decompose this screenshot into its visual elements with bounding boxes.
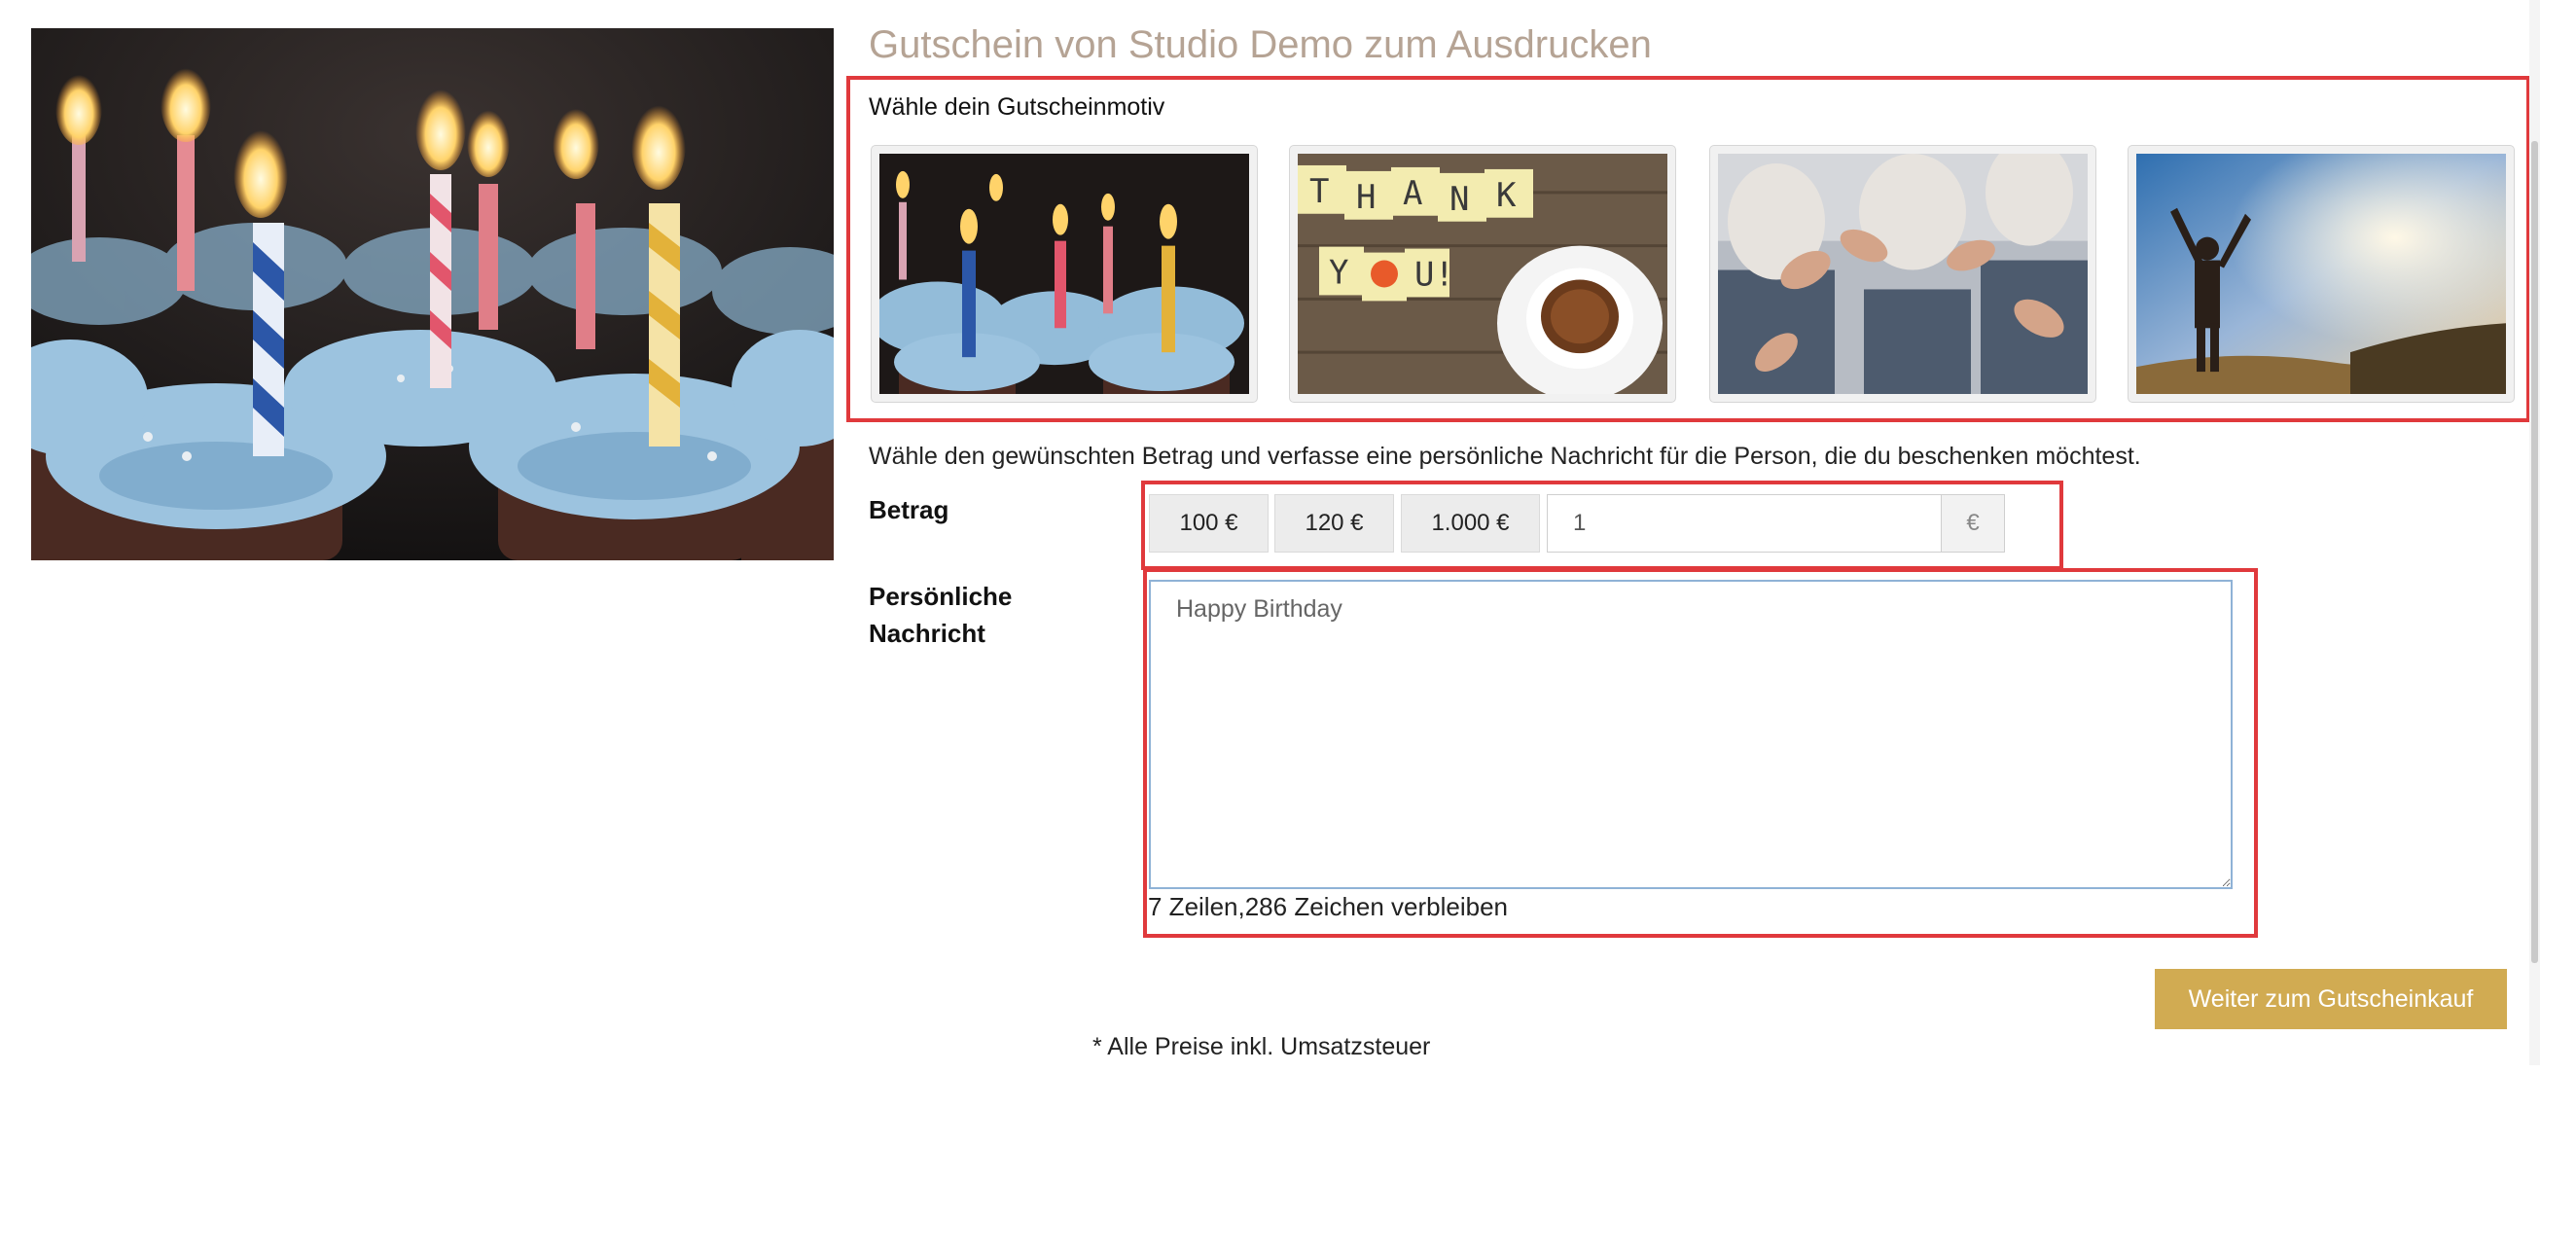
footnote-prices: * Alle Preise inkl. Umsatzsteuer bbox=[1092, 1033, 1431, 1060]
thank-you-coffee-image: THANK Y U! bbox=[1298, 154, 1667, 394]
amount-option-100[interactable]: 100 € bbox=[1149, 494, 1269, 553]
motif-thumb-sunset[interactable] bbox=[2128, 145, 2515, 403]
scrollbar-thumb[interactable] bbox=[2531, 141, 2538, 963]
amount-option-1000[interactable]: 1.000 € bbox=[1401, 494, 1540, 553]
message-label-line2: Nachricht bbox=[869, 619, 985, 648]
amount-label: Betrag bbox=[869, 495, 949, 524]
motif-thumb-thank-you[interactable]: THANK Y U! bbox=[1289, 145, 1676, 403]
amount-input[interactable] bbox=[1547, 494, 1941, 553]
svg-text:K: K bbox=[1496, 177, 1517, 215]
currency-addon: € bbox=[1941, 494, 2005, 553]
page-scrollbar[interactable] bbox=[2529, 0, 2540, 1065]
motif-thumb-group[interactable] bbox=[1709, 145, 2096, 403]
message-label-line1: Persönliche bbox=[869, 582, 1013, 611]
amount-option-120[interactable]: 120 € bbox=[1274, 494, 1394, 553]
svg-text:H: H bbox=[1356, 179, 1376, 217]
svg-text:A: A bbox=[1403, 175, 1422, 213]
svg-text:T: T bbox=[1309, 173, 1329, 211]
message-textarea[interactable]: Happy Birthday bbox=[1149, 580, 2233, 889]
intro-text: Wähle den gewünschten Betrag und verfass… bbox=[869, 443, 2141, 470]
motif-label: Wähle dein Gutscheinmotiv bbox=[869, 93, 1165, 121]
message-counter: 7 Zeilen,286 Zeichen verbleiben bbox=[1148, 892, 1509, 921]
svg-text:Y: Y bbox=[1329, 255, 1348, 293]
sunset-freedom-image bbox=[2136, 154, 2506, 394]
group-clapping-image bbox=[1718, 154, 2088, 394]
message-label: Persönliche Nachricht bbox=[869, 578, 1012, 652]
svg-text:U!: U! bbox=[1414, 257, 1454, 295]
hero-image-birthday-cupcakes bbox=[31, 28, 834, 560]
page-title: Gutschein von Studio Demo zum Ausdrucken bbox=[869, 23, 1652, 66]
motif-thumb-birthday[interactable] bbox=[871, 145, 1258, 403]
svg-text:N: N bbox=[1449, 181, 1469, 219]
birthday-candles-image bbox=[879, 154, 1249, 394]
continue-purchase-button[interactable]: Weiter zum Gutscheinkauf bbox=[2155, 969, 2507, 1029]
